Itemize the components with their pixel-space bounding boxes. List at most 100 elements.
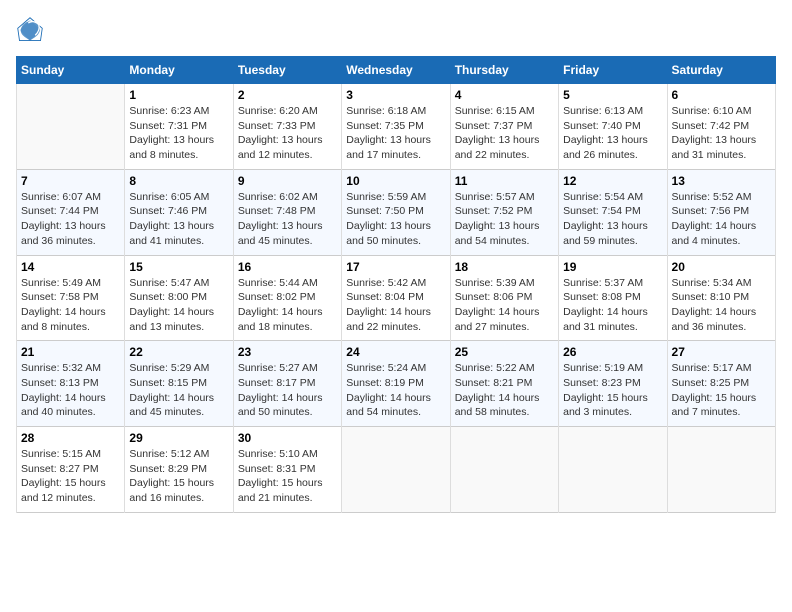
day-number: 13: [672, 174, 771, 188]
calendar-cell: 5 Sunrise: 6:13 AMSunset: 7:40 PMDaylight…: [559, 84, 667, 170]
page-header: [16, 16, 776, 44]
day-number: 14: [21, 260, 120, 274]
calendar-cell: 6 Sunrise: 6:10 AMSunset: 7:42 PMDaylight…: [667, 84, 775, 170]
day-number: 1: [129, 88, 228, 102]
calendar-cell: 12 Sunrise: 5:54 AMSunset: 7:54 PMDayligh…: [559, 169, 667, 255]
day-number: 17: [346, 260, 445, 274]
day-number: 5: [563, 88, 662, 102]
calendar-cell: 15Sunrise: 5:47 AMSunset: 8:00 PMDayligh…: [125, 255, 233, 341]
day-info: Sunrise: 5:49 AMSunset: 7:58 PMDaylight:…: [21, 276, 120, 335]
calendar-cell: 28 Sunrise: 5:15 AMSunset: 8:27 PMDayligh…: [17, 427, 125, 513]
logo-icon: [16, 16, 44, 44]
day-number: 8: [129, 174, 228, 188]
day-info: Sunrise: 6:15 AMSunset: 7:37 PMDaylight:…: [455, 104, 554, 163]
day-info: Sunrise: 6:10 AMSunset: 7:42 PMDaylight:…: [672, 104, 771, 163]
day-info: Sunrise: 5:19 AMSunset: 8:23 PMDaylight:…: [563, 361, 662, 420]
day-info: Sunrise: 5:39 AMSunset: 8:06 PMDaylight:…: [455, 276, 554, 335]
day-number: 11: [455, 174, 554, 188]
day-info: Sunrise: 5:12 AMSunset: 8:29 PMDaylight:…: [129, 447, 228, 506]
day-info: Sunrise: 5:32 AMSunset: 8:13 PMDaylight:…: [21, 361, 120, 420]
day-info: Sunrise: 5:42 AMSunset: 8:04 PMDaylight:…: [346, 276, 445, 335]
day-number: 10: [346, 174, 445, 188]
day-number: 28: [21, 431, 120, 445]
day-info: Sunrise: 6:02 AMSunset: 7:48 PMDaylight:…: [238, 190, 337, 249]
day-info: Sunrise: 5:27 AMSunset: 8:17 PMDaylight:…: [238, 361, 337, 420]
calendar-cell: 30 Sunrise: 5:10 AMSunset: 8:31 PMDayligh…: [233, 427, 341, 513]
calendar-cell: 8 Sunrise: 6:05 AMSunset: 7:46 PMDaylight…: [125, 169, 233, 255]
calendar-cell: 14 Sunrise: 5:49 AMSunset: 7:58 PMDayligh…: [17, 255, 125, 341]
calendar-week-row: 7 Sunrise: 6:07 AMSunset: 7:44 PMDaylight…: [17, 169, 776, 255]
calendar-cell: 11 Sunrise: 5:57 AMSunset: 7:52 PMDayligh…: [450, 169, 558, 255]
day-info: Sunrise: 6:07 AMSunset: 7:44 PMDaylight:…: [21, 190, 120, 249]
calendar-body: 1 Sunrise: 6:23 AMSunset: 7:31 PMDaylight…: [17, 84, 776, 513]
day-number: 26: [563, 345, 662, 359]
calendar-cell: 9 Sunrise: 6:02 AMSunset: 7:48 PMDaylight…: [233, 169, 341, 255]
day-number: 19: [563, 260, 662, 274]
day-info: Sunrise: 6:23 AMSunset: 7:31 PMDaylight:…: [129, 104, 228, 163]
day-number: 29: [129, 431, 228, 445]
day-number: 24: [346, 345, 445, 359]
day-info: Sunrise: 5:34 AMSunset: 8:10 PMDaylight:…: [672, 276, 771, 335]
weekday-header-row: SundayMondayTuesdayWednesdayThursdayFrid…: [17, 57, 776, 84]
weekday-header-saturday: Saturday: [667, 57, 775, 84]
day-number: 2: [238, 88, 337, 102]
calendar-header: SundayMondayTuesdayWednesdayThursdayFrid…: [17, 57, 776, 84]
weekday-header-sunday: Sunday: [17, 57, 125, 84]
day-info: Sunrise: 5:59 AMSunset: 7:50 PMDaylight:…: [346, 190, 445, 249]
calendar-week-row: 21 Sunrise: 5:32 AMSunset: 8:13 PMDayligh…: [17, 341, 776, 427]
day-info: Sunrise: 6:05 AMSunset: 7:46 PMDaylight:…: [129, 190, 228, 249]
calendar-cell: 29 Sunrise: 5:12 AMSunset: 8:29 PMDayligh…: [125, 427, 233, 513]
calendar-cell: 26 Sunrise: 5:19 AMSunset: 8:23 PMDayligh…: [559, 341, 667, 427]
calendar-cell: 17 Sunrise: 5:42 AMSunset: 8:04 PMDayligh…: [342, 255, 450, 341]
calendar-week-row: 1 Sunrise: 6:23 AMSunset: 7:31 PMDaylight…: [17, 84, 776, 170]
calendar-cell: [667, 427, 775, 513]
calendar-cell: 4 Sunrise: 6:15 AMSunset: 7:37 PMDaylight…: [450, 84, 558, 170]
day-info: Sunrise: 5:54 AMSunset: 7:54 PMDaylight:…: [563, 190, 662, 249]
day-number: 7: [21, 174, 120, 188]
calendar-cell: 13 Sunrise: 5:52 AMSunset: 7:56 PMDayligh…: [667, 169, 775, 255]
weekday-header-friday: Friday: [559, 57, 667, 84]
weekday-header-wednesday: Wednesday: [342, 57, 450, 84]
calendar-cell: 25Sunrise: 5:22 AMSunset: 8:21 PMDayligh…: [450, 341, 558, 427]
day-info: Sunrise: 5:22 AMSunset: 8:21 PMDaylight:…: [455, 361, 554, 420]
day-number: 9: [238, 174, 337, 188]
day-info: Sunrise: 5:44 AMSunset: 8:02 PMDaylight:…: [238, 276, 337, 335]
day-info: Sunrise: 5:57 AMSunset: 7:52 PMDaylight:…: [455, 190, 554, 249]
day-info: Sunrise: 5:52 AMSunset: 7:56 PMDaylight:…: [672, 190, 771, 249]
calendar-cell: 20 Sunrise: 5:34 AMSunset: 8:10 PMDayligh…: [667, 255, 775, 341]
day-number: 22: [129, 345, 228, 359]
day-number: 30: [238, 431, 337, 445]
day-info: Sunrise: 5:29 AMSunset: 8:15 PMDaylight:…: [129, 361, 228, 420]
calendar-cell: 1 Sunrise: 6:23 AMSunset: 7:31 PMDaylight…: [125, 84, 233, 170]
day-info: Sunrise: 5:17 AMSunset: 8:25 PMDaylight:…: [672, 361, 771, 420]
day-info: Sunrise: 6:18 AMSunset: 7:35 PMDaylight:…: [346, 104, 445, 163]
calendar-cell: 23 Sunrise: 5:27 AMSunset: 8:17 PMDayligh…: [233, 341, 341, 427]
weekday-header-thursday: Thursday: [450, 57, 558, 84]
day-info: Sunrise: 5:10 AMSunset: 8:31 PMDaylight:…: [238, 447, 337, 506]
day-info: Sunrise: 6:13 AMSunset: 7:40 PMDaylight:…: [563, 104, 662, 163]
logo: [16, 16, 48, 44]
day-number: 4: [455, 88, 554, 102]
day-number: 18: [455, 260, 554, 274]
day-number: 20: [672, 260, 771, 274]
day-info: Sunrise: 5:24 AMSunset: 8:19 PMDaylight:…: [346, 361, 445, 420]
calendar-week-row: 14 Sunrise: 5:49 AMSunset: 7:58 PMDayligh…: [17, 255, 776, 341]
calendar-cell: 22 Sunrise: 5:29 AMSunset: 8:15 PMDayligh…: [125, 341, 233, 427]
day-info: Sunrise: 5:15 AMSunset: 8:27 PMDaylight:…: [21, 447, 120, 506]
calendar-cell: [559, 427, 667, 513]
calendar-cell: 16 Sunrise: 5:44 AMSunset: 8:02 PMDayligh…: [233, 255, 341, 341]
weekday-header-monday: Monday: [125, 57, 233, 84]
calendar-week-row: 28 Sunrise: 5:15 AMSunset: 8:27 PMDayligh…: [17, 427, 776, 513]
calendar-cell: 18 Sunrise: 5:39 AMSunset: 8:06 PMDayligh…: [450, 255, 558, 341]
day-number: 3: [346, 88, 445, 102]
day-number: 12: [563, 174, 662, 188]
calendar-table: SundayMondayTuesdayWednesdayThursdayFrid…: [16, 56, 776, 513]
day-number: 21: [21, 345, 120, 359]
calendar-cell: [450, 427, 558, 513]
day-number: 16: [238, 260, 337, 274]
day-info: Sunrise: 5:47 AMSunset: 8:00 PMDaylight:…: [129, 276, 228, 335]
day-number: 6: [672, 88, 771, 102]
calendar-cell: 24 Sunrise: 5:24 AMSunset: 8:19 PMDayligh…: [342, 341, 450, 427]
day-number: 23: [238, 345, 337, 359]
weekday-header-tuesday: Tuesday: [233, 57, 341, 84]
